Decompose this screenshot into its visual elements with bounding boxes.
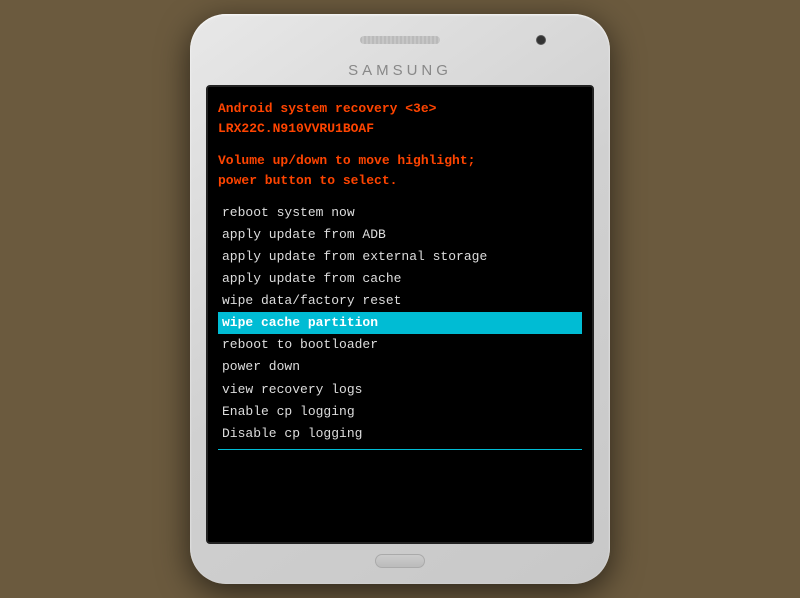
menu-item-enable-cp[interactable]: Enable cp logging: [218, 401, 582, 423]
separator: [218, 449, 582, 450]
recovery-instructions: Volume up/down to move highlight; power …: [218, 151, 582, 191]
phone-device: SAMSUNG Android system recovery <3e> LRX…: [190, 14, 610, 584]
phone-screen: Android system recovery <3e> LRX22C.N910…: [206, 85, 594, 544]
menu-item-wipe-cache[interactable]: wipe cache partition: [218, 312, 582, 334]
menu-item-disable-cp[interactable]: Disable cp logging: [218, 423, 582, 445]
brand-logo: SAMSUNG: [348, 62, 452, 79]
instructions-line2: power button to select.: [218, 173, 397, 188]
menu-item-reboot-bootloader[interactable]: reboot to bootloader: [218, 334, 582, 356]
front-camera-icon: [536, 35, 546, 45]
menu-item-apply-cache[interactable]: apply update from cache: [218, 268, 582, 290]
speaker-grille: [360, 36, 440, 44]
phone-top-bar: [206, 26, 594, 54]
menu-item-reboot-system[interactable]: reboot system now: [218, 202, 582, 224]
recovery-screen: Android system recovery <3e> LRX22C.N910…: [208, 87, 592, 542]
menu-item-view-logs[interactable]: view recovery logs: [218, 379, 582, 401]
menu-item-apply-external[interactable]: apply update from external storage: [218, 246, 582, 268]
menu-item-wipe-data[interactable]: wipe data/factory reset: [218, 290, 582, 312]
home-button[interactable]: [375, 554, 425, 568]
menu-item-power-down[interactable]: power down: [218, 356, 582, 378]
menu-item-apply-adb[interactable]: apply update from ADB: [218, 224, 582, 246]
phone-bottom-bar: [206, 554, 594, 568]
instructions-line1: Volume up/down to move highlight;: [218, 153, 475, 168]
recovery-header-line2: LRX22C.N910VVRU1BOAF: [218, 119, 582, 139]
recovery-header-line1: Android system recovery <3e>: [218, 99, 582, 119]
